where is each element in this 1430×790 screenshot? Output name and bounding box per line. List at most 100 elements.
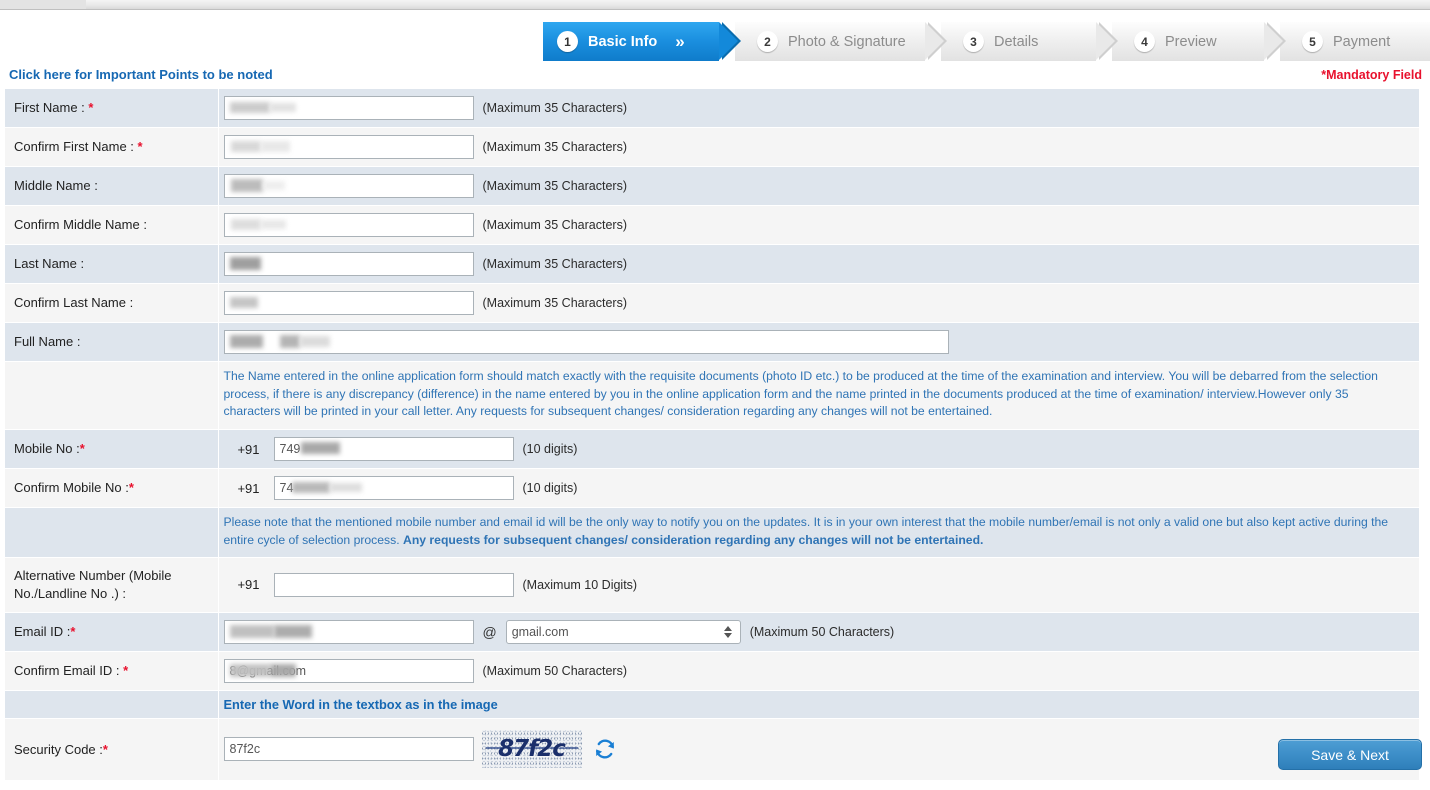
label-spacer-mobile-note [5, 507, 219, 559]
alternative-number-input-wrap [273, 572, 514, 597]
form-row-alternative-number: Alternative Number (Mobile No./Landline … [5, 557, 1419, 613]
at-symbol: @ [482, 623, 497, 640]
label-middle-name: Middle Name : [5, 166, 219, 206]
form-row-mobile-note: Please note that the mentioned mobile nu… [5, 507, 1419, 559]
hint-last-name: (Maximum 35 Characters) [482, 257, 627, 271]
label-email-id: Email ID :* [5, 612, 219, 652]
save-and-next-button[interactable]: Save & Next [1278, 739, 1422, 770]
wizard-step-basic-info[interactable]: 1 Basic Info » [543, 22, 741, 61]
captcha-instruction: Enter the Word in the textbox as in the … [218, 690, 1419, 719]
country-code-mobile: +91 [237, 441, 260, 457]
confirm-first-name-input[interactable] [223, 135, 474, 159]
label-spacer-name-note [5, 361, 219, 431]
confirm-last-name-input[interactable] [223, 291, 474, 315]
form-row-confirm-mobile-no: Confirm Mobile No :* +91 (10 digits) [5, 468, 1419, 509]
confirm-email-id-input[interactable] [223, 658, 474, 683]
full-name-input-wrap [223, 330, 949, 354]
full-name-input[interactable] [223, 330, 949, 354]
required-asterisk: * [123, 662, 129, 678]
captcha-text: 87f2c [498, 736, 566, 763]
last-name-input-wrap [223, 252, 474, 276]
hint-middle-name: (Maximum 35 Characters) [482, 179, 627, 193]
required-asterisk: * [88, 100, 94, 116]
step-label-photo-signature: Photo & Signature [788, 33, 906, 50]
important-points-link[interactable]: Click here for Important Points to be no… [9, 67, 273, 82]
confirm-first-name-input-wrap [223, 135, 474, 159]
mandatory-field-note: *Mandatory Field [1321, 68, 1422, 82]
confirm-middle-name-input-wrap [223, 213, 474, 237]
email-domain-select[interactable]: gmail.com [505, 619, 741, 644]
required-asterisk: * [79, 441, 85, 457]
form-row-first-name: First Name : * (Maximum 35 Characters) [5, 89, 1419, 128]
confirm-mobile-no-input[interactable] [273, 476, 514, 501]
form-row-middle-name: Middle Name : (Maximum 35 Characters) [5, 166, 1419, 206]
wizard-step-photo-signature[interactable]: 2 Photo & Signature [735, 22, 947, 61]
form-row-confirm-last-name: Confirm Last Name : (Maximum 35 Characte… [5, 283, 1419, 323]
email-id-input-wrap [223, 619, 474, 644]
step-number-2: 2 [757, 31, 778, 52]
hint-alternative-number: (Maximum 10 Digits) [522, 577, 638, 592]
email-id-input[interactable] [223, 619, 474, 644]
label-confirm-mobile-no: Confirm Mobile No :* [5, 468, 219, 509]
middle-name-input[interactable] [223, 174, 474, 198]
hint-mobile-no: (10 digits) [522, 442, 578, 457]
mobile-no-input[interactable] [273, 437, 514, 462]
confirm-middle-name-input[interactable] [223, 213, 474, 237]
mobile-no-input-wrap [273, 437, 514, 462]
hint-confirm-middle-name: (Maximum 35 Characters) [482, 218, 627, 232]
step-number-3: 3 [963, 31, 984, 52]
security-code-input[interactable] [223, 737, 474, 762]
label-confirm-email-id: Confirm Email ID : * [5, 651, 219, 691]
email-domain-select-wrap: gmail.com [505, 619, 741, 644]
middle-name-input-wrap [223, 174, 474, 198]
wizard-step-details[interactable]: 3 Details [941, 22, 1118, 61]
form-row-confirm-email-id: Confirm Email ID : * (Maximum 50 Charact… [5, 651, 1419, 691]
step-number-1: 1 [557, 31, 578, 52]
form-row-captcha-instruction: Enter the Word in the textbox as in the … [5, 690, 1419, 719]
label-security-code: Security Code :* [5, 718, 219, 782]
label-confirm-first-name: Confirm First Name : * [5, 127, 219, 167]
basic-info-form: First Name : * (Maximum 35 Characters) C… [5, 89, 1419, 782]
label-confirm-last-name: Confirm Last Name : [5, 283, 219, 323]
first-name-input[interactable] [223, 96, 474, 120]
confirm-mobile-no-input-wrap [273, 476, 514, 501]
label-confirm-middle-name: Confirm Middle Name : [5, 205, 219, 245]
browser-top-bar [0, 0, 1430, 10]
confirm-last-name-input-wrap [223, 291, 474, 315]
form-row-mobile-no: Mobile No :* +91 (10 digits) [5, 429, 1419, 470]
application-form-page: 1 Basic Info » 2 Photo & Signature 3 Det… [0, 0, 1430, 790]
form-row-security-code: Security Code :* 87f2c [5, 718, 1419, 782]
alternative-number-input[interactable] [273, 572, 514, 597]
form-row-confirm-first-name: Confirm First Name : * (Maximum 35 Chara… [5, 127, 1419, 167]
mobile-note-bold: Any requests for subsequent changes/ con… [403, 532, 984, 547]
hint-confirm-first-name: (Maximum 35 Characters) [482, 140, 627, 154]
refresh-captcha-icon[interactable] [594, 738, 616, 760]
step-wizard: 1 Basic Info » 2 Photo & Signature 3 Det… [543, 22, 1430, 61]
required-asterisk: * [70, 623, 76, 639]
hint-confirm-email-id: (Maximum 50 Characters) [482, 663, 627, 678]
hint-confirm-last-name: (Maximum 35 Characters) [482, 296, 627, 310]
label-full-name: Full Name : [5, 322, 219, 362]
hint-email-id: (Maximum 50 Characters) [749, 624, 895, 639]
step-number-4: 4 [1134, 31, 1155, 52]
step-label-details: Details [994, 33, 1039, 50]
form-row-name-note: The Name entered in the online applicati… [5, 361, 1419, 431]
label-first-name: First Name : * [5, 89, 219, 128]
first-name-input-wrap [223, 96, 474, 120]
last-name-input[interactable] [223, 252, 474, 276]
label-spacer-captcha [5, 690, 219, 719]
top-bar-left-segment [0, 0, 86, 9]
captcha-image: 87f2c [481, 730, 582, 769]
country-code-alternative: +91 [237, 577, 260, 593]
form-row-last-name: Last Name : (Maximum 35 Characters) [5, 244, 1419, 284]
hint-first-name: (Maximum 35 Characters) [482, 101, 627, 115]
form-row-email-id: Email ID :* @ gmail.com (Maximum 50 Char… [5, 612, 1419, 652]
mobile-email-note: Please note that the mentioned mobile nu… [218, 507, 1419, 559]
label-mobile-no: Mobile No :* [5, 429, 219, 470]
wizard-step-preview[interactable]: 4 Preview [1112, 22, 1286, 61]
form-row-confirm-middle-name: Confirm Middle Name : (Maximum 35 Charac… [5, 205, 1419, 245]
wizard-step-payment[interactable]: 5 Payment [1280, 22, 1430, 61]
chevron-right-icon: » [675, 32, 685, 51]
hint-confirm-mobile-no: (10 digits) [522, 481, 578, 496]
required-asterisk: * [102, 741, 108, 757]
